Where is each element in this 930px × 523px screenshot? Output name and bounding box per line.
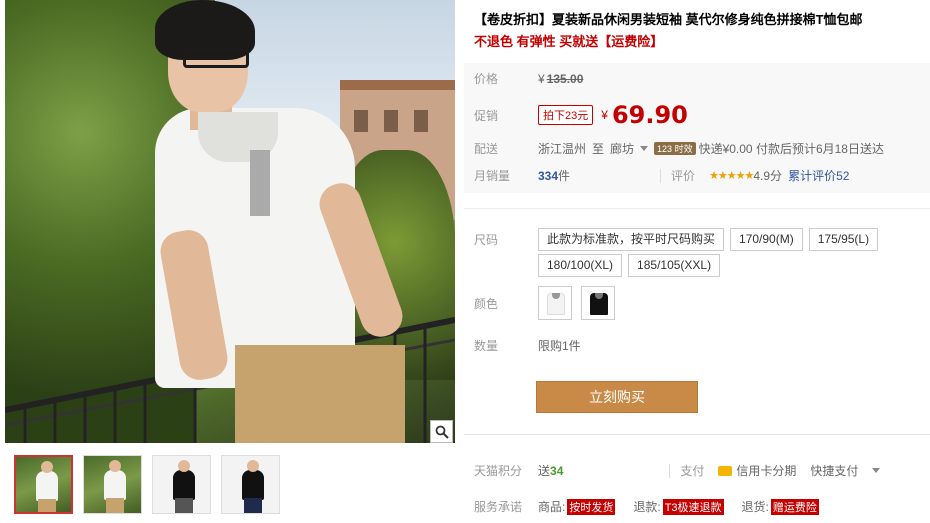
rating-label: 评价	[671, 169, 696, 183]
quantity-limit: 限购1件	[538, 339, 581, 353]
divider	[669, 463, 671, 478]
magnifier-icon[interactable]	[430, 420, 453, 443]
payment-quick[interactable]: 快捷支付	[810, 462, 858, 479]
product-title: 【卷皮折扣】夏装新品休闲男装短袖 莫代尔修身纯色拼接棉T恤包邮	[474, 12, 863, 27]
points-payment-row: 天猫积分 送 34 支付 信用卡分期 快捷支付	[474, 462, 886, 479]
reviews-link[interactable]: 累计评价52	[788, 167, 849, 184]
service-return-label: 退货:	[741, 500, 769, 514]
points-value: 34	[550, 463, 564, 478]
promo-row: 促销 拍下23元 ¥ 69.90	[474, 101, 688, 129]
credit-card-icon	[718, 465, 733, 476]
promo-tag: 拍下23元	[538, 105, 594, 125]
rating-score: 4.9分	[753, 169, 783, 183]
payment-label: 支付	[680, 464, 705, 478]
service-label: 服务承诺	[474, 500, 523, 514]
shipping-to-word: 至	[592, 142, 605, 156]
chevron-down-icon[interactable]	[872, 468, 881, 473]
divider	[464, 434, 930, 435]
color-swatch-black[interactable]	[581, 286, 615, 320]
service-row: 服务承诺 商品: 按时发货 退款: T3极速退款 退货: 赠运费险	[474, 498, 819, 515]
size-option-standard[interactable]: 此款为标准款，按平时尺码购买	[538, 228, 725, 251]
thumbnail-1[interactable]	[14, 455, 73, 514]
size-row-2: 180/100(XL) 185/105(XXL)	[538, 254, 726, 277]
thumbnail-3[interactable]	[152, 455, 211, 514]
price-label: 价格	[474, 72, 499, 86]
service-refund-label: 退款:	[633, 500, 661, 514]
model-pants	[235, 345, 405, 443]
size-option-m[interactable]: 170/90(M)	[730, 228, 803, 251]
promo-currency: ¥	[601, 108, 608, 122]
payment-credit[interactable]: 信用卡分期	[736, 462, 796, 479]
size-option-l[interactable]: 175/95(L)	[808, 228, 879, 251]
shipping-text: 快递¥0.00 付款后预计6月18日送达	[698, 142, 884, 156]
thumbnail-4[interactable]	[221, 455, 280, 514]
sales-row: 月销量 334 件 评价 ★★★★★ 4.9分 累计评价52	[474, 167, 849, 184]
price-row: 价格 ¥ 135.00	[474, 70, 583, 87]
promo-label: 促销	[474, 108, 499, 123]
size-option-xxl[interactable]: 185/105(XXL)	[628, 254, 721, 277]
color-label: 颜色	[474, 296, 499, 311]
service-goods-label: 商品:	[538, 500, 566, 514]
shipping-label: 配送	[474, 142, 499, 156]
delivery-badge: 123 时效	[654, 142, 696, 155]
product-subtitle: 不退色 有弹性 买就送【运费险】	[474, 34, 664, 49]
original-price: 135.00	[546, 71, 584, 86]
service-refund-tag[interactable]: T3极速退款	[662, 498, 724, 515]
rating-stars: ★★★★★	[709, 170, 754, 182]
points-prefix: 送	[538, 464, 551, 478]
service-return-tag[interactable]: 赠运费险	[770, 498, 819, 515]
model-placket	[250, 150, 270, 216]
sales-count: 334	[538, 168, 559, 183]
sales-label: 月销量	[474, 169, 511, 183]
chevron-down-icon[interactable]	[640, 146, 649, 151]
main-product-image[interactable]	[5, 0, 455, 443]
size-option-xl[interactable]: 180/100(XL)	[538, 254, 623, 277]
shipping-row: 配送 浙江温州 至 廊坊 123 时效 快递¥0.00 付款后预计6月18日送达	[474, 140, 884, 157]
price-currency: ¥	[538, 71, 545, 86]
promo-price: 69.90	[611, 101, 688, 129]
thumbnail-strip	[14, 455, 280, 514]
buy-now-button[interactable]: 立刻购买	[536, 381, 698, 413]
divider	[464, 208, 930, 209]
points-label: 天猫积分	[474, 464, 523, 478]
sales-unit: 件	[558, 169, 571, 183]
shipping-from: 浙江温州	[538, 142, 587, 156]
size-row-1: 尺码 此款为标准款，按平时尺码购买 170/90(M) 175/95(L)	[474, 228, 884, 251]
quantity-row: 数量 限购1件	[474, 337, 581, 354]
color-swatch-white[interactable]	[538, 286, 572, 320]
size-label: 尺码	[474, 233, 499, 247]
service-goods-tag[interactable]: 按时发货	[567, 498, 616, 515]
model-glasses	[183, 48, 249, 68]
divider	[660, 168, 662, 183]
shipping-dest[interactable]: 廊坊	[610, 140, 634, 157]
color-row: 颜色	[474, 286, 624, 320]
thumbnail-2[interactable]	[83, 455, 142, 514]
quantity-label: 数量	[474, 339, 499, 353]
